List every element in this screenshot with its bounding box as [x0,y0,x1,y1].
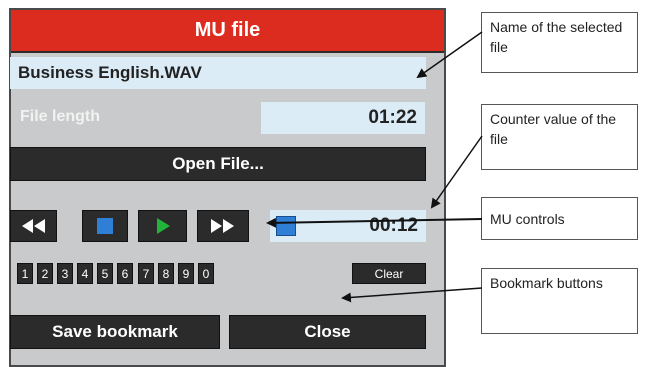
rewind-icon [21,219,45,233]
file-length-value: 01:22 [261,102,425,134]
stop-button[interactable] [82,210,128,242]
play-button[interactable] [138,210,187,242]
callout-mu-controls: MU controls [481,197,638,240]
bookmark-button-6[interactable]: 6 [117,263,133,284]
save-bookmark-button[interactable]: Save bookmark [10,315,220,349]
position-slider-handle[interactable] [276,216,296,236]
bookmark-button-5[interactable]: 5 [97,263,113,284]
file-length-label: File length [20,108,100,125]
bookmark-button-1[interactable]: 1 [17,263,33,284]
fast-forward-icon [211,219,234,233]
clear-bookmarks-button[interactable]: Clear [352,263,426,284]
window-title: MU file [11,10,444,53]
bookmark-button-7[interactable]: 7 [138,263,154,284]
counter-display: 00:12 [270,210,426,242]
rewind-button[interactable] [10,210,57,242]
bookmark-button-9[interactable]: 9 [178,263,194,284]
callout-bookmark-buttons: Bookmark buttons [481,268,638,334]
close-button[interactable]: Close [229,315,426,349]
bookmark-button-3[interactable]: 3 [57,263,73,284]
callout-counter-value: Counter value of the file [481,104,638,170]
play-icon [156,218,170,234]
stop-icon [97,218,113,234]
selected-file-field: Business English.WAV [10,57,426,89]
counter-value: 00:12 [369,215,418,236]
bookmark-button-2[interactable]: 2 [37,263,53,284]
bookmark-button-4[interactable]: 4 [77,263,93,284]
open-file-button[interactable]: Open File... [10,147,426,181]
bookmark-button-8[interactable]: 8 [158,263,174,284]
callout-file-name: Name of the selected file [481,12,638,73]
fast-forward-button[interactable] [197,210,249,242]
bookmark-button-0[interactable]: 0 [198,263,214,284]
